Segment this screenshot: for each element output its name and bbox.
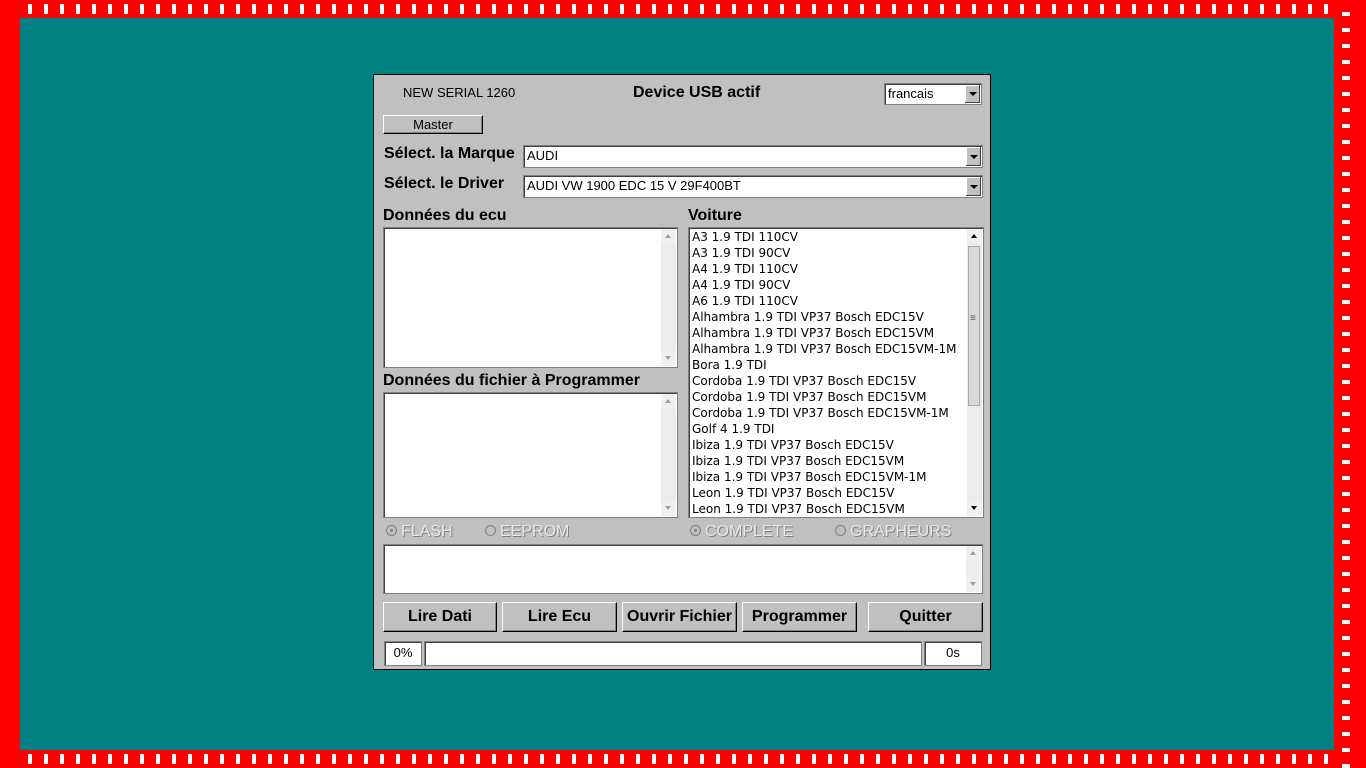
- scroll-up-icon[interactable]: [966, 546, 981, 561]
- list-item[interactable]: Ibiza 1.9 TDI VP37 Bosch EDC15VM: [692, 453, 965, 469]
- lire-dati-button[interactable]: Lire Dati: [383, 602, 497, 632]
- list-item[interactable]: Golf 4 1.9 TDI: [692, 421, 965, 437]
- ecu-data-textarea[interactable]: [383, 227, 678, 368]
- message-textarea[interactable]: [383, 544, 983, 594]
- list-item[interactable]: Alhambra 1.9 TDI VP37 Bosch EDC15VM: [692, 325, 965, 341]
- list-item[interactable]: Cordoba 1.9 TDI VP37 Bosch EDC15VM-1M: [692, 405, 965, 421]
- fichier-scrollbar[interactable]: [661, 394, 676, 516]
- programmer-button[interactable]: Programmer: [742, 602, 857, 632]
- scroll-thumb[interactable]: [968, 246, 980, 406]
- frame-top-border: [0, 0, 1366, 18]
- elapsed-time: 0s: [924, 641, 982, 666]
- list-item[interactable]: A4 1.9 TDI 110CV: [692, 261, 965, 277]
- marque-label: Sélect. la Marque: [384, 145, 515, 162]
- voiture-items: A3 1.9 TDI 110CV A3 1.9 TDI 90CV A4 1.9 TD…: [692, 229, 965, 517]
- message-scrollbar[interactable]: [966, 546, 981, 592]
- list-item[interactable]: Leon 1.9 TDI VP37 Bosch EDC15V: [692, 485, 965, 501]
- radio-checked-icon: [690, 525, 701, 537]
- scroll-up-icon[interactable]: [661, 229, 676, 244]
- radio-flash-label: FLASH: [401, 523, 453, 540]
- driver-label: Sélect. le Driver: [384, 175, 505, 192]
- list-item[interactable]: A3 1.9 TDI 110CV: [692, 229, 965, 245]
- serial-label: NEW SERIAL 1260: [403, 85, 516, 100]
- list-item[interactable]: Cordoba 1.9 TDI VP37 Bosch EDC15VM: [692, 389, 965, 405]
- list-item[interactable]: Bora 1.9 TDI: [692, 357, 965, 373]
- list-item[interactable]: Ibiza 1.9 TDI VP37 Bosch EDC15V: [692, 437, 965, 453]
- quitter-button[interactable]: Quitter: [868, 602, 983, 632]
- fichier-data-label: Données du fichier à Programmer: [383, 372, 640, 389]
- list-item[interactable]: Alhambra 1.9 TDI VP37 Bosch EDC15VM-1M: [692, 341, 965, 357]
- chevron-down-icon[interactable]: [965, 147, 981, 166]
- radio-eeprom[interactable]: EEPROM: [485, 523, 569, 541]
- radio-eeprom-label: EEPROM: [500, 523, 570, 540]
- voiture-label: Voiture: [688, 207, 742, 224]
- list-item[interactable]: A3 1.9 TDI 90CV: [692, 245, 965, 261]
- list-item[interactable]: A4 1.9 TDI 90CV: [692, 277, 965, 293]
- ecu-data-label: Données du ecu: [383, 207, 507, 224]
- scroll-up-icon[interactable]: [661, 394, 676, 409]
- list-item[interactable]: Cordoba 1.9 TDI VP37 Bosch EDC15V: [692, 373, 965, 389]
- scroll-down-icon[interactable]: [966, 577, 981, 592]
- radio-checked-icon: [386, 525, 397, 537]
- ouvrir-fichier-button[interactable]: Ouvrir Fichier: [622, 602, 737, 632]
- radio-flash[interactable]: FLASH: [386, 523, 453, 541]
- radio-complete[interactable]: COMPLETE: [690, 523, 793, 541]
- radio-unchecked-icon: [485, 525, 496, 537]
- language-value: francais: [888, 86, 934, 101]
- language-select[interactable]: francais: [884, 83, 982, 105]
- frame-right-border: [1334, 0, 1366, 768]
- list-item[interactable]: Alhambra 1.9 TDI VP37 Bosch EDC15V: [692, 309, 965, 325]
- scroll-down-icon[interactable]: [661, 351, 676, 366]
- list-item[interactable]: A6 1.9 TDI 110CV: [692, 293, 965, 309]
- voiture-scrollbar[interactable]: [967, 229, 982, 516]
- scroll-down-icon[interactable]: [661, 501, 676, 516]
- programmer-dialog: NEW SERIAL 1260 Device USB actif francai…: [373, 74, 991, 670]
- ecu-scrollbar[interactable]: [661, 229, 676, 366]
- progress-percent: 0%: [384, 641, 422, 666]
- progress-bar: [424, 641, 922, 666]
- master-button[interactable]: Master: [383, 115, 483, 134]
- scroll-up-icon[interactable]: [967, 229, 982, 244]
- radio-grapheurs-label: GRAPHEURS: [850, 523, 952, 540]
- chevron-down-icon[interactable]: [965, 177, 981, 196]
- chevron-down-icon[interactable]: [964, 85, 980, 103]
- driver-select[interactable]: AUDI VW 1900 EDC 15 V 29F400BT: [523, 175, 983, 198]
- list-item[interactable]: Ibiza 1.9 TDI VP37 Bosch EDC15VM-1M: [692, 469, 965, 485]
- device-status-title: Device USB actif: [633, 84, 761, 101]
- marque-select[interactable]: AUDI: [523, 145, 983, 168]
- radio-unchecked-icon: [835, 525, 846, 537]
- frame-bottom-border: [0, 750, 1366, 768]
- radio-complete-label: COMPLETE: [705, 523, 794, 540]
- scroll-down-icon[interactable]: [967, 501, 982, 516]
- frame-left-border: [0, 0, 20, 768]
- lire-ecu-button[interactable]: Lire Ecu: [502, 602, 617, 632]
- list-item[interactable]: Leon 1.9 TDI VP37 Bosch EDC15VM: [692, 501, 965, 517]
- driver-value: AUDI VW 1900 EDC 15 V 29F400BT: [527, 178, 741, 193]
- marque-value: AUDI: [527, 148, 559, 163]
- fichier-data-textarea[interactable]: [383, 392, 678, 518]
- radio-grapheurs[interactable]: GRAPHEURS: [835, 523, 951, 541]
- voiture-listbox[interactable]: A3 1.9 TDI 110CV A3 1.9 TDI 90CV A4 1.9 TD…: [688, 227, 984, 518]
